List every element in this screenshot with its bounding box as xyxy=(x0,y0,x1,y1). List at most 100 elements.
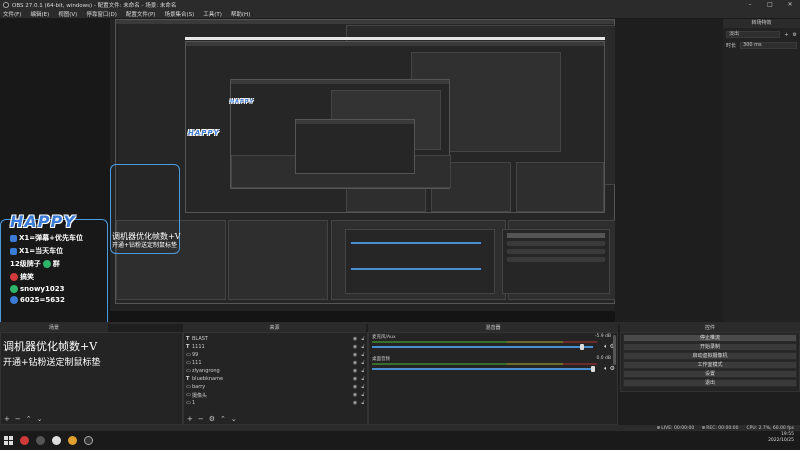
preview-area[interactable]: HAPPY HAPPY HAPPY X1=弹幕+优先车位 X1=当天车位 12级… xyxy=(0,19,615,335)
remove-source-icon[interactable]: − xyxy=(198,415,204,423)
add-scene-icon[interactable]: + xyxy=(4,415,10,423)
mixer-scrollbar[interactable] xyxy=(613,335,616,365)
wechat-icon xyxy=(42,260,51,268)
clock-date: 2022/10/25 xyxy=(768,438,794,443)
weibo-icon xyxy=(10,273,18,281)
app-taskbar-icon[interactable] xyxy=(32,431,48,450)
preview-canvas[interactable]: HAPPY HAPPY xyxy=(110,19,615,322)
menu-edit[interactable]: 编辑(E) xyxy=(30,10,49,18)
source-row[interactable]: ▭ zlyangrong ◉ 🔓︎ xyxy=(184,367,367,375)
source-row[interactable]: T 1111 ◉ 🔓︎ xyxy=(184,343,367,351)
eye-icon[interactable]: ◉ xyxy=(351,392,359,398)
lock-icon[interactable]: 🔓︎ xyxy=(359,392,367,398)
mixer-track-db: -5.9 dB xyxy=(594,334,611,339)
scene-text-line-2: 开通+钻粉送定制鼠标垫 xyxy=(3,358,101,368)
sources-dock: T BLAST ◉ 🔓︎ T 1111 ◉ 🔓︎ ▭ 99 ◉ 🔓︎ ▭ 111 ◉ 🔓︎ ▭ zlyan… xyxy=(183,332,368,425)
window-title: OBS 27.0.1 (64-bit, windows) - 配置文件: 未命名… xyxy=(12,2,177,9)
nested-mixer xyxy=(345,229,495,294)
move-down-icon[interactable]: ⌄ xyxy=(37,415,43,423)
menu-docks[interactable]: 停靠窗口(D) xyxy=(86,10,117,18)
controls-title: 控件 xyxy=(620,324,800,332)
menu-view[interactable]: 视图(V) xyxy=(58,10,77,18)
source-row[interactable]: ▭ barry ◉ 🔓︎ xyxy=(184,383,367,391)
menu-help[interactable]: 帮助(H) xyxy=(231,10,250,18)
scene-text-large: 调机器优化帧数+V 开通+钻粉送定制鼠标垫 xyxy=(3,338,101,368)
speaker-icon[interactable]: 🔈︎ xyxy=(604,365,608,372)
menu-file[interactable]: 文件(F) xyxy=(3,10,21,18)
lock-icon[interactable]: 🔓︎ xyxy=(359,400,367,406)
start-virtual-camera-button[interactable]: 启动虚拟摄像机 xyxy=(623,352,797,360)
studio-mode-button[interactable]: 工作室模式 xyxy=(623,361,797,369)
weibo-taskbar-icon[interactable] xyxy=(16,431,32,450)
windows-taskbar xyxy=(0,431,800,450)
source-up-icon[interactable]: ⌃ xyxy=(220,415,226,423)
volume-slider[interactable] xyxy=(372,368,593,370)
volume-knob[interactable] xyxy=(591,366,595,372)
eye-icon[interactable]: ◉ xyxy=(351,352,359,358)
overlay-rule-3: 12级牌子 xyxy=(10,260,41,268)
eye-icon[interactable]: ◉ xyxy=(351,376,359,382)
source-row[interactable]: ▭ 1 ◉ 🔓︎ xyxy=(184,399,367,407)
stop-streaming-button[interactable]: 停止推流 xyxy=(623,334,797,342)
minimize-button[interactable]: – xyxy=(740,1,760,8)
source-row[interactable]: ▭ 99 ◉ 🔓︎ xyxy=(184,351,367,359)
add-transition-icon[interactable]: + xyxy=(784,32,788,38)
menu-profile[interactable]: 配置文件(P) xyxy=(126,10,156,18)
lock-icon[interactable]: 🔓︎ xyxy=(359,352,367,358)
transition-select[interactable]: 淡出 xyxy=(726,31,781,38)
system-tray: 19:55 2022/10/25 xyxy=(768,432,794,444)
remove-scene-icon[interactable]: − xyxy=(15,415,21,423)
settings-button[interactable]: 设置 xyxy=(623,370,797,378)
duration-input[interactable]: 300 ms xyxy=(740,42,797,49)
close-button[interactable]: ✕ xyxy=(780,1,800,8)
eye-icon[interactable]: ◉ xyxy=(351,384,359,390)
maximize-button[interactable]: □ xyxy=(760,1,780,8)
start-recording-button[interactable]: 开始录制 xyxy=(623,343,797,351)
lock-icon[interactable]: 🔓︎ xyxy=(359,384,367,390)
source-settings-icon[interactable]: ⚙ xyxy=(209,415,215,423)
window-titlebar: OBS 27.0.1 (64-bit, windows) - 配置文件: 未命名… xyxy=(0,0,800,9)
scenes-dock: 调机器优化帧数+V 开通+钻粉送定制鼠标垫 + − ⌃ ⌄ xyxy=(0,332,183,425)
source-row[interactable]: T BLAST ◉ 🔓︎ xyxy=(184,335,367,343)
menu-bar: 文件(F) 编辑(E) 视图(V) 停靠窗口(D) 配置文件(P) 场景集合(S… xyxy=(0,9,800,19)
lock-icon[interactable]: 🔓︎ xyxy=(359,368,367,374)
duration-label: 时长 xyxy=(726,43,737,49)
source-row[interactable]: ▭ 摄像头 ◉ 🔓︎ xyxy=(184,391,367,399)
mixer-track-desktop: 桌面音频 0.0 dB 🔈︎ ⚙ xyxy=(369,355,617,375)
game-taskbar-icon[interactable] xyxy=(48,431,64,450)
menu-tools[interactable]: 工具(T) xyxy=(203,10,222,18)
lock-icon[interactable]: 🔓︎ xyxy=(359,336,367,342)
gift-icon xyxy=(10,234,17,242)
eye-icon[interactable]: ◉ xyxy=(351,360,359,366)
windows-start-icon[interactable] xyxy=(0,431,16,450)
move-up-icon[interactable]: ⌃ xyxy=(26,415,32,423)
source-down-icon[interactable]: ⌄ xyxy=(231,415,237,423)
source-row[interactable]: ▭ 111 ◉ 🔓︎ xyxy=(184,359,367,367)
obs-taskbar-icon[interactable] xyxy=(80,431,96,450)
source-row[interactable]: Tbluebkname ◉ 🔓︎ xyxy=(184,375,367,383)
volume-knob[interactable] xyxy=(579,344,584,350)
nested-capture-4 xyxy=(295,119,415,174)
cpu-status: CPU: 2.7%, 60.00 fps xyxy=(746,425,795,431)
overlay-rule-5: 搞笑 xyxy=(20,273,34,281)
transitions-panel: 转场特效 淡出 + ⚙ 时长 300 ms xyxy=(723,19,800,322)
speaker-icon[interactable]: 🔈︎ xyxy=(604,343,608,350)
menu-scene-collection[interactable]: 场景集合(S) xyxy=(164,10,194,18)
add-source-icon[interactable]: + xyxy=(187,415,193,423)
lock-icon[interactable]: 🔓︎ xyxy=(359,376,367,382)
exit-button[interactable]: 退出 xyxy=(623,379,797,387)
eye-icon[interactable]: ◉ xyxy=(351,400,359,406)
overlay-rule-1: X1=弹幕+优先车位 xyxy=(19,234,83,242)
transition-settings-icon[interactable]: ⚙ xyxy=(793,32,797,38)
lock-icon[interactable]: 🔓︎ xyxy=(359,360,367,366)
browser-taskbar-icon[interactable] xyxy=(64,431,80,450)
overlay-rule-2: X1=当天车位 xyxy=(19,247,64,255)
volume-slider[interactable] xyxy=(372,346,593,348)
eye-icon[interactable]: ◉ xyxy=(351,336,359,342)
eye-icon[interactable]: ◉ xyxy=(351,344,359,350)
gear-icon[interactable]: ⚙ xyxy=(610,365,615,372)
mixer-dock: 麦克风/Aux -5.9 dB 🔈︎ ⚙ 桌面音频 0.0 dB 🔈︎ ⚙ xyxy=(368,332,618,425)
eye-icon[interactable]: ◉ xyxy=(351,368,359,374)
transitions-title: 转场特效 xyxy=(723,19,800,28)
lock-icon[interactable]: 🔓︎ xyxy=(359,344,367,350)
